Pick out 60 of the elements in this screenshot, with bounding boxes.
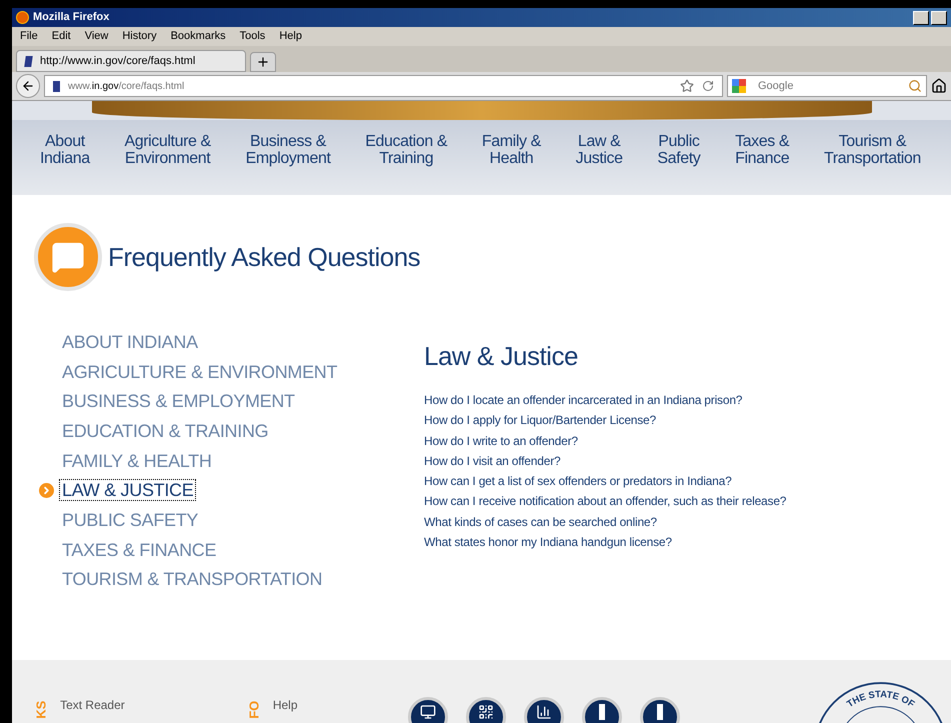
tab-title: http://www.in.gov/core/faqs.html xyxy=(40,54,196,69)
nav-link[interactable]: Business & Employment xyxy=(246,133,331,167)
category-link[interactable]: EDUCATION & TRAINING xyxy=(59,420,272,442)
search-icon[interactable] xyxy=(908,79,922,93)
nav-link[interactable]: Taxes & Finance xyxy=(735,133,790,167)
footer-link[interactable]: Text Reader xyxy=(60,696,125,714)
category-link[interactable]: LAW & JUSTICE xyxy=(59,479,196,502)
address-field[interactable]: www.in.gov/core/faqs.html xyxy=(44,75,723,97)
menu-item[interactable]: Tools xyxy=(240,28,266,45)
minimize-button[interactable] xyxy=(913,10,929,24)
search-field[interactable]: Google xyxy=(727,75,927,97)
back-arrow-icon xyxy=(21,79,35,93)
menu-item[interactable]: Help xyxy=(279,28,302,45)
footer-link[interactable]: Help xyxy=(272,696,298,714)
category-link[interactable]: PUBLIC SAFETY xyxy=(59,508,202,531)
search-placeholder: Google xyxy=(758,78,794,94)
search-engine-icon xyxy=(732,79,746,93)
site-icon xyxy=(53,80,60,92)
question-link[interactable]: How do I visit an offender? xyxy=(424,450,786,472)
window-title: Mozilla Firefox xyxy=(33,10,110,26)
question-link[interactable]: What kinds of cases can be searched online? xyxy=(424,512,786,532)
plus-icon xyxy=(256,55,270,69)
nav-link[interactable]: Agriculture & Environment xyxy=(124,133,211,167)
nav-link[interactable]: Law & Justice xyxy=(576,133,623,167)
section-heading: Law & Justice xyxy=(424,340,579,373)
nav-link[interactable]: Tourism & Transportation xyxy=(824,133,921,167)
question-link[interactable]: How do I apply for Liquor/Bartender License? xyxy=(424,410,786,431)
home-icon[interactable] xyxy=(931,78,947,94)
category-link[interactable]: TAXES & FINANCE xyxy=(59,538,220,561)
category-link[interactable]: AGRICULTURE & ENVIRONMENT xyxy=(59,360,340,383)
question-link[interactable]: What states honor my Indiana handgun license? xyxy=(424,532,786,552)
back-button[interactable] xyxy=(16,74,40,98)
menu-item[interactable]: Edit xyxy=(52,28,71,45)
nav-link[interactable]: About Indiana xyxy=(40,133,90,167)
category-link[interactable]: BUSINESS & EMPLOYMENT xyxy=(59,390,298,412)
category-link[interactable]: TOURISM & TRANSPORTATION xyxy=(59,568,326,590)
question-link[interactable]: How do I locate an offender incarcerated in an Indiana prison? xyxy=(424,390,786,410)
category-link[interactable]: FAMILY & HEALTH xyxy=(59,450,215,472)
question-link[interactable]: How can I get a list of sex offenders or predators in Indiana? xyxy=(424,471,786,492)
menu-item[interactable]: Bookmarks xyxy=(170,28,226,45)
question-link[interactable]: How can I receive notification about an offender, such as their release? xyxy=(424,491,786,512)
reload-icon[interactable] xyxy=(702,80,714,92)
menu-item[interactable]: File xyxy=(20,28,38,45)
firefox-icon xyxy=(16,11,29,24)
menu-item[interactable]: History xyxy=(122,28,157,45)
nav-link[interactable]: Public Safety xyxy=(657,133,700,167)
site-icon xyxy=(24,56,33,66)
footer-heading: FO xyxy=(245,700,262,718)
page-title: Frequently Asked Questions xyxy=(108,240,420,274)
footer-heading: KS xyxy=(32,700,50,718)
restore-button[interactable] xyxy=(931,10,947,24)
bookmark-star-icon[interactable] xyxy=(680,79,694,93)
menu-item[interactable]: View xyxy=(84,28,108,45)
new-tab-button[interactable] xyxy=(250,52,276,72)
question-link[interactable]: How do I write to an offender? xyxy=(424,430,786,451)
nav-link[interactable]: Education & Training xyxy=(365,133,448,167)
url-text: www.in.gov/core/faqs.html xyxy=(68,80,184,94)
category-link[interactable]: ABOUT INDIANA xyxy=(59,330,201,353)
browser-tab[interactable]: http://www.in.gov/core/faqs.html xyxy=(16,50,246,72)
nav-link[interactable]: Family & Health xyxy=(482,133,541,167)
